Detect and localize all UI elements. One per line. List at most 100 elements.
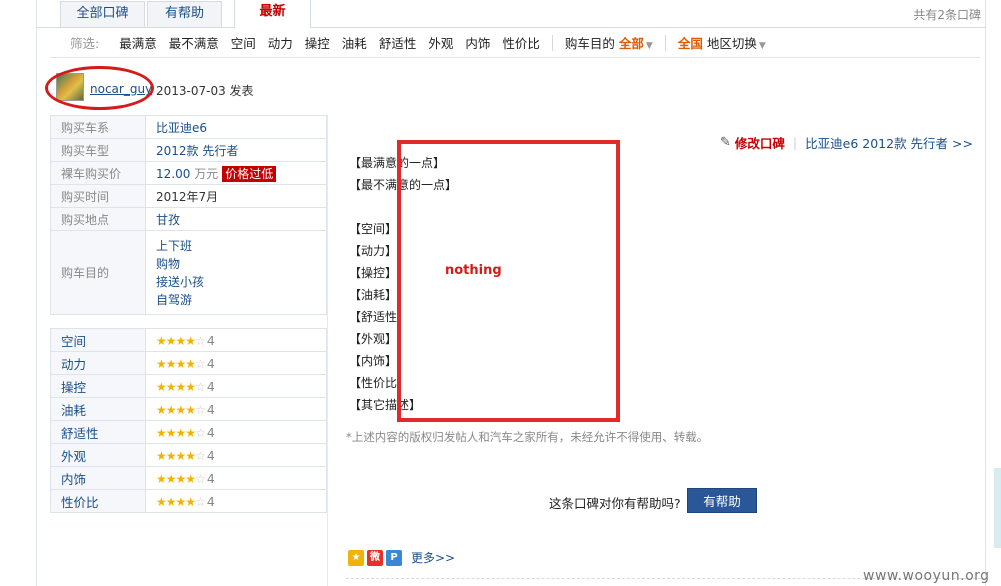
price-unit: 万元 <box>194 166 219 181</box>
star-icon: ★ <box>156 494 167 509</box>
annotation-text: nothing <box>445 263 502 278</box>
filter-least-satisfied[interactable]: 最不满意 <box>169 33 219 52</box>
score-value: 4 <box>206 401 215 417</box>
copyright-note: *上述内容的版权归发帖人和汽车之家所有，未经允许不得使用、转载。 <box>346 430 709 444</box>
purpose-label: 购车目的 <box>50 230 146 315</box>
score-value: 4 <box>206 378 215 394</box>
purpose-label: 购车目的 <box>564 36 615 51</box>
score-stars: ★★★★☆ 4 <box>145 466 327 490</box>
filter-value[interactable]: 性价比 <box>502 33 540 52</box>
star-icon: ★ <box>156 356 167 371</box>
series-label: 购买车系 <box>50 115 146 139</box>
star-icon: ★ <box>175 471 187 486</box>
time-value: 2012年7月 <box>145 184 327 208</box>
star-icon: ★ <box>185 333 196 348</box>
star-icon: ★ <box>156 425 167 440</box>
model-link[interactable]: 比亚迪e6 2012款 先行者 >> <box>805 133 973 152</box>
score-label[interactable]: 操控 <box>50 374 146 398</box>
helpful-button[interactable]: 有帮助 <box>687 488 757 513</box>
purpose-item[interactable]: 自驾游 <box>156 291 326 309</box>
score-value: 4 <box>206 447 215 463</box>
star-icon: ☆ <box>195 425 206 440</box>
purpose-dropdown[interactable]: 购车目的 全部 ▼ <box>565 33 653 52</box>
purpose-value: 全部 <box>618 36 644 51</box>
star-icon: ★ <box>175 333 187 348</box>
score-row: 油耗 ★★★★☆ 4 <box>50 397 327 421</box>
filter-exterior[interactable]: 外观 <box>428 33 453 52</box>
qzone-share-icon[interactable]: ★ <box>348 549 364 566</box>
score-row: 操控 ★★★★☆ 4 <box>50 374 327 398</box>
filter-handling[interactable]: 操控 <box>305 33 330 52</box>
price-value: 12.00 <box>156 166 191 181</box>
scores-table: 空间 ★★★★☆ 4 动力 ★★★★☆ 4 操控 ★★★★☆ 4 油耗 ★★★★☆ 4 舒适性 ★★★★☆… <box>50 328 327 513</box>
score-row: 空间 ★★★★☆ 4 <box>50 328 327 352</box>
price-label: 裸车购买价 <box>50 161 146 185</box>
score-row: 外观 ★★★★☆ 4 <box>50 443 327 467</box>
score-row: 舒适性 ★★★★☆ 4 <box>50 420 327 444</box>
score-value: 4 <box>206 424 215 440</box>
score-value: 4 <box>206 470 215 486</box>
price-cell: 12.00 万元 价格过低 <box>145 161 327 185</box>
score-label[interactable]: 性价比 <box>50 489 146 513</box>
score-row: 内饰 ★★★★☆ 4 <box>50 466 327 490</box>
star-icon: ★ <box>156 402 167 417</box>
score-value: 4 <box>206 355 215 371</box>
region-value: 全国 <box>677 36 703 51</box>
place-link[interactable]: 甘孜 <box>145 207 327 231</box>
more-share-link[interactable]: 更多>> <box>411 549 455 566</box>
tab-helpful[interactable]: 有帮助 <box>147 1 222 27</box>
score-label[interactable]: 外观 <box>50 443 146 467</box>
star-icon: ★ <box>165 471 177 486</box>
star-icon: ★ <box>156 333 167 348</box>
filter-power[interactable]: 动力 <box>268 33 293 52</box>
score-value: 4 <box>206 493 215 509</box>
score-label[interactable]: 舒适性 <box>50 420 146 444</box>
filter-space[interactable]: 空间 <box>231 33 256 52</box>
tab-all-reviews[interactable]: 全部口碑 <box>60 1 145 27</box>
score-row: 动力 ★★★★☆ 4 <box>50 351 327 375</box>
annotation-box <box>397 140 620 422</box>
model-link[interactable]: 2012款 先行者 <box>145 138 327 162</box>
tab-latest[interactable]: 最新 <box>234 0 311 28</box>
star-icon: ★ <box>165 356 177 371</box>
star-icon: ☆ <box>195 333 206 348</box>
star-icon: ☆ <box>195 356 206 371</box>
star-icon: ★ <box>165 379 177 394</box>
edge-decoration <box>994 468 1001 548</box>
star-icon: ★ <box>156 448 167 463</box>
score-label[interactable]: 动力 <box>50 351 146 375</box>
score-value: 4 <box>206 332 215 348</box>
score-label[interactable]: 油耗 <box>50 397 146 421</box>
weibo-share-icon[interactable]: 微 <box>367 549 383 566</box>
score-stars: ★★★★☆ 4 <box>145 489 327 513</box>
score-label[interactable]: 空间 <box>50 328 146 352</box>
star-icon: ★ <box>165 333 177 348</box>
filter-fuel[interactable]: 油耗 <box>342 33 367 52</box>
star-icon: ★ <box>185 425 196 440</box>
purpose-item[interactable]: 接送小孩 <box>156 273 326 291</box>
series-link[interactable]: 比亚迪e6 <box>145 115 327 139</box>
filter-interior[interactable]: 内饰 <box>465 33 490 52</box>
purpose-item[interactable]: 上下班 <box>156 237 326 255</box>
filter-most-satisfied[interactable]: 最满意 <box>119 33 157 52</box>
star-icon: ★ <box>165 448 177 463</box>
purpose-list: 上下班 购物 接送小孩 自驾游 <box>145 230 327 315</box>
share-bar: ★ 微 P 更多>> <box>348 549 455 566</box>
score-stars: ★★★★☆ 4 <box>145 443 327 467</box>
score-stars: ★★★★☆ 4 <box>145 374 327 398</box>
star-icon: ★ <box>175 448 187 463</box>
star-icon: ★ <box>165 494 177 509</box>
annotation-oval <box>45 66 154 110</box>
helpful-question: 这条口碑对你有帮助吗? <box>549 496 681 511</box>
score-label[interactable]: 内饰 <box>50 466 146 490</box>
star-icon: ☆ <box>195 448 206 463</box>
qq-share-icon[interactable]: P <box>386 549 402 566</box>
region-dropdown[interactable]: 全国 地区切换 ▼ <box>678 33 766 52</box>
filter-comfort[interactable]: 舒适性 <box>379 33 417 52</box>
score-stars: ★★★★☆ 4 <box>145 420 327 444</box>
score-stars: ★★★★☆ 4 <box>145 397 327 421</box>
publish-date: 2013-07-03 发表 <box>156 84 254 98</box>
purpose-item[interactable]: 购物 <box>156 255 326 273</box>
edit-review-link[interactable]: 修改口碑 <box>735 133 785 152</box>
star-icon: ★ <box>175 425 187 440</box>
